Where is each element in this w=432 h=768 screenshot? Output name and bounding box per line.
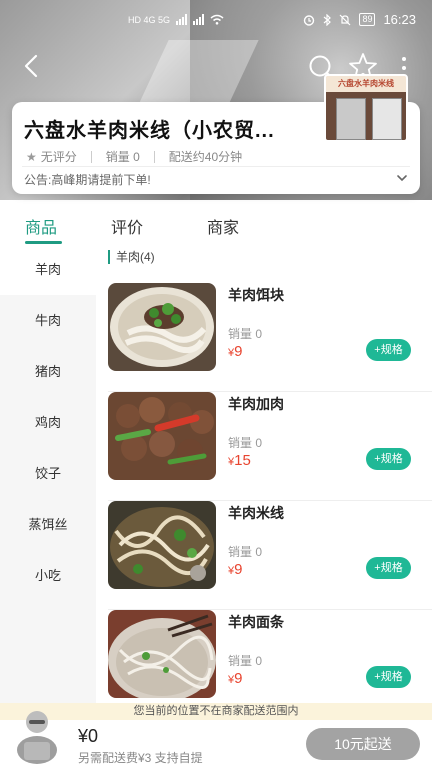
product-image[interactable] xyxy=(108,610,216,698)
rating-star-icon: ★ xyxy=(26,149,37,164)
shop-rating: 无评分 xyxy=(40,150,77,164)
food-photo xyxy=(108,501,216,589)
shop-notice: 公告:高峰期请提前下单! xyxy=(24,173,151,187)
network-label: HD 4G 5G xyxy=(128,14,171,25)
chevron-down-icon[interactable] xyxy=(396,172,408,184)
meta-divider xyxy=(153,150,155,163)
delivery-time: 配送约40分钟 xyxy=(168,150,243,164)
meta-divider xyxy=(90,150,92,163)
alarm-icon xyxy=(304,14,315,26)
price-value: 9 xyxy=(234,561,243,578)
choose-spec-button[interactable]: +规格 xyxy=(366,666,411,688)
product-image[interactable] xyxy=(108,283,216,371)
card-divider xyxy=(22,166,410,167)
checkout-button[interactable]: 10元起送 xyxy=(306,728,420,760)
category-item-snacks[interactable]: 小吃 xyxy=(0,550,96,601)
product-sales: 销量 0 xyxy=(228,545,263,559)
shop-photo[interactable]: 六盘水羊肉米线 xyxy=(324,74,408,142)
delivery-fee-note: 另需配送费¥3 支持自提 xyxy=(78,751,203,765)
shop-sales: 销量 0 xyxy=(105,150,140,164)
product-price: ¥9 xyxy=(228,670,242,687)
product-sales: 销量 0 xyxy=(228,654,263,668)
choose-spec-button[interactable]: +规格 xyxy=(366,339,411,361)
product-image[interactable] xyxy=(108,501,216,589)
price-value: 9 xyxy=(234,343,243,360)
delivery-range-warning: 您当前的位置不在商家配送范围内 xyxy=(0,703,432,720)
cart-icon[interactable] xyxy=(14,704,60,764)
wifi-icon xyxy=(210,14,224,25)
product-image[interactable] xyxy=(108,392,216,480)
tab-products[interactable]: 商品 xyxy=(25,214,57,238)
product-name: 羊肉面条 xyxy=(228,614,284,630)
category-sidebar: 羊肉 牛肉 猪肉 鸡肉 饺子 蒸饵丝 小吃 xyxy=(0,244,96,704)
back-icon[interactable] xyxy=(18,52,46,80)
signal-icon xyxy=(176,14,188,25)
product-price: ¥15 xyxy=(228,452,251,469)
status-bar: HD 4G 5G 89 16:23 xyxy=(0,0,432,40)
tab-bar: 商品 评价 商家 xyxy=(0,210,432,246)
tab-merchant[interactable]: 商家 xyxy=(207,214,239,238)
food-photo xyxy=(108,392,216,480)
tab-reviews[interactable]: 评价 xyxy=(111,214,143,238)
product-name: 羊肉米线 xyxy=(228,505,284,521)
product-name: 羊肉饵块 xyxy=(228,287,284,303)
shop-meta: ★ 无评分 销量 0 配送约40分钟 xyxy=(26,148,242,165)
product-name: 羊肉加肉 xyxy=(228,396,284,412)
food-photo xyxy=(108,283,216,371)
product-item[interactable]: 羊肉饵块 销量 0 ¥9 +规格 xyxy=(108,283,432,392)
shop-photo-door xyxy=(372,98,402,140)
category-item-beef[interactable]: 牛肉 xyxy=(0,295,96,346)
product-item[interactable]: 羊肉加肉 销量 0 ¥15 +规格 xyxy=(108,392,432,501)
product-sales: 销量 0 xyxy=(228,327,263,341)
product-price: ¥9 xyxy=(228,561,242,578)
shop-photo-door xyxy=(336,98,366,140)
mute-icon xyxy=(340,14,351,25)
product-sales: 销量 0 xyxy=(228,436,263,450)
category-item-chicken[interactable]: 鸡肉 xyxy=(0,397,96,448)
network-indicator: HD 4G 5G xyxy=(128,14,224,25)
cart-total: ¥0 xyxy=(78,726,99,746)
battery-indicator: 89 xyxy=(359,13,376,26)
category-item-pork[interactable]: 猪肉 xyxy=(0,346,96,397)
product-item[interactable]: 羊肉米线 销量 0 ¥9 +规格 xyxy=(108,501,432,610)
price-value: 15 xyxy=(234,452,251,469)
choose-spec-button[interactable]: +规格 xyxy=(366,557,411,579)
category-item-dumplings[interactable]: 饺子 xyxy=(0,448,96,499)
choose-spec-button[interactable]: +规格 xyxy=(366,448,411,470)
product-price: ¥9 xyxy=(228,343,242,360)
section-title: 羊肉(4) xyxy=(108,250,155,264)
category-item-lamb[interactable]: 羊肉 xyxy=(0,244,96,295)
clock: 16:23 xyxy=(383,12,416,27)
shop-photo-sign: 六盘水羊肉米线 xyxy=(326,76,406,92)
price-value: 9 xyxy=(234,670,243,687)
bluetooth-icon xyxy=(324,13,332,26)
shop-name: 六盘水羊肉米线（小农贸... xyxy=(24,120,275,142)
food-photo xyxy=(108,610,216,698)
category-item-steamed-noodles[interactable]: 蒸饵丝 xyxy=(0,499,96,550)
signal-icon-2 xyxy=(193,14,205,25)
